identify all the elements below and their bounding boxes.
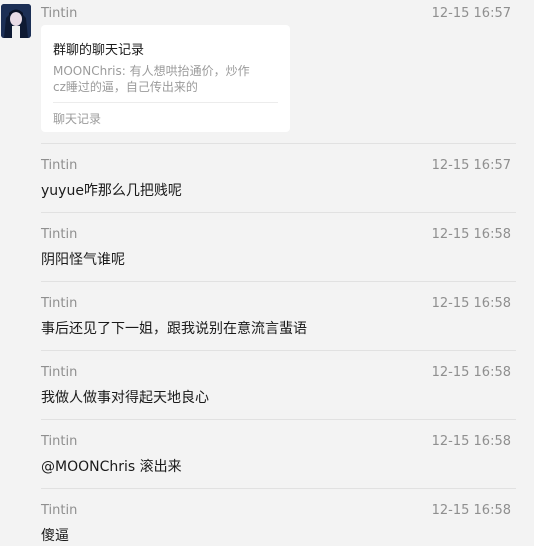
message-text: 傻逼 [41, 528, 69, 544]
message-divider [41, 143, 516, 144]
message-time: 12-15 16:58 [431, 434, 511, 449]
message-time: 12-15 16:58 [431, 365, 511, 380]
message-text: 事后还见了下一姐，跟我说别在意流言蜚语 [41, 321, 307, 337]
message-time: 12-15 16:57 [431, 6, 511, 21]
message-divider [41, 281, 516, 282]
avatar[interactable] [1, 4, 31, 38]
sender-name: Tintin [41, 6, 78, 21]
sender-name: Tintin [41, 158, 78, 173]
chat-history-label: 聊天记录 [53, 112, 102, 126]
message-divider [41, 419, 516, 420]
message-time: 12-15 16:57 [431, 158, 511, 173]
sender-name: Tintin [41, 365, 78, 380]
message-text: yuyue咋那么几把贱呢 [41, 183, 182, 199]
message-text: @MOONChris 滚出来 [41, 459, 182, 475]
sender-name: Tintin [41, 296, 78, 311]
message-text: 阴阳怪气谁呢 [41, 252, 125, 268]
chat-history-preview-line: cz睡过的逼，自己传出来的 [53, 80, 198, 94]
message-divider [41, 488, 516, 489]
chat-history-title: 群聊的聊天记录 [53, 43, 145, 58]
message-time: 12-15 16:58 [431, 227, 511, 242]
message-time: 12-15 16:58 [431, 296, 511, 311]
sender-name: Tintin [41, 503, 78, 518]
message-text: 我做人做事对得起天地良心 [41, 390, 209, 406]
chat-history-card[interactable]: 群聊的聊天记录 MOONChris: 有人想哄抬通价，炒作 cz睡过的逼，自己传… [41, 25, 290, 132]
avatar-image [1, 4, 31, 38]
sender-name: Tintin [41, 227, 78, 242]
message-time: 12-15 16:58 [431, 503, 511, 518]
chat-history-preview-line: MOONChris: 有人想哄抬通价，炒作 [53, 64, 250, 78]
message-divider [41, 350, 516, 351]
message-divider [41, 212, 516, 213]
card-divider [53, 102, 278, 103]
chat-history-preview: MOONChris: 有人想哄抬通价，炒作 cz睡过的逼，自己传出来的 [53, 63, 263, 95]
sender-name: Tintin [41, 434, 78, 449]
